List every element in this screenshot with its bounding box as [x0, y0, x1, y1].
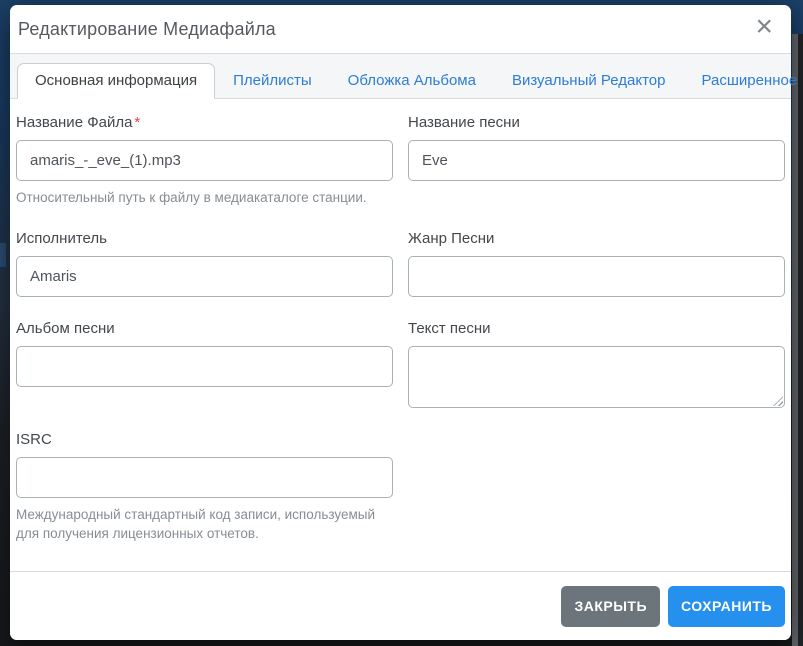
field-song-title: Название песни [408, 114, 785, 181]
field-lyrics: Текст песни [408, 320, 785, 409]
artist-input[interactable] [16, 256, 393, 298]
isrc-input[interactable] [16, 457, 393, 499]
modal-footer: ЗАКРЫТЬ СОХРАНИТЬ [10, 571, 791, 640]
field-file-name: Название Файла* Относительный путь к фай… [16, 114, 393, 207]
modal-header: Редактирование Медиафайла × [10, 5, 791, 54]
backdrop-content-fragment [0, 243, 6, 267]
tab-playlists[interactable]: Плейлисты [215, 63, 330, 99]
file-name-label: Название Файла * [16, 114, 393, 131]
form-grid: Название Файла* Относительный путь к фай… [16, 114, 785, 543]
file-name-help: Относительный путь к файлу в медиакатало… [16, 190, 367, 205]
genre-label: Жанр Песни [408, 230, 495, 248]
file-name-input[interactable] [16, 140, 393, 181]
tab-visual-editor[interactable]: Визуальный Редактор [494, 63, 684, 99]
edit-media-modal: Редактирование Медиафайла × Основная инф… [10, 5, 797, 640]
isrc-help: Международный стандартный код записи, ис… [16, 507, 376, 542]
required-asterisk: * [134, 114, 141, 131]
field-genre: Жанр Песни [408, 230, 785, 298]
file-name-label-text: Название Файла [16, 114, 133, 131]
close-icon[interactable]: × [747, 12, 783, 46]
close-button[interactable]: ЗАКРЫТЬ [561, 585, 661, 627]
song-title-input[interactable] [408, 140, 785, 181]
tab-bar: Основная информация Плейлисты Обложка Ал… [10, 54, 797, 99]
field-artist: Исполнитель [16, 230, 393, 298]
save-button[interactable]: СОХРАНИТЬ [668, 585, 785, 627]
genre-input[interactable] [408, 256, 785, 298]
album-label: Альбом песни [16, 320, 115, 338]
modal-title: Редактирование Медиафайла [18, 18, 276, 39]
field-album: Альбом песни [16, 320, 393, 388]
artist-label: Исполнитель [16, 230, 107, 248]
modal-body: Название Файла* Относительный путь к фай… [10, 99, 791, 543]
isrc-label: ISRC [16, 431, 52, 449]
lyrics-label: Текст песни [408, 320, 491, 338]
song-title-label: Название песни [408, 114, 520, 131]
tab-advanced[interactable]: Расширенное [683, 63, 803, 99]
backdrop-right-edge [798, 34, 803, 646]
tab-basic-info[interactable]: Основная информация [17, 63, 216, 99]
lyrics-textarea[interactable] [408, 346, 785, 409]
tab-album-art[interactable]: Обложка Альбома [330, 63, 494, 99]
album-input[interactable] [16, 346, 393, 388]
field-isrc: ISRC Международный стандартный код запис… [16, 431, 393, 543]
